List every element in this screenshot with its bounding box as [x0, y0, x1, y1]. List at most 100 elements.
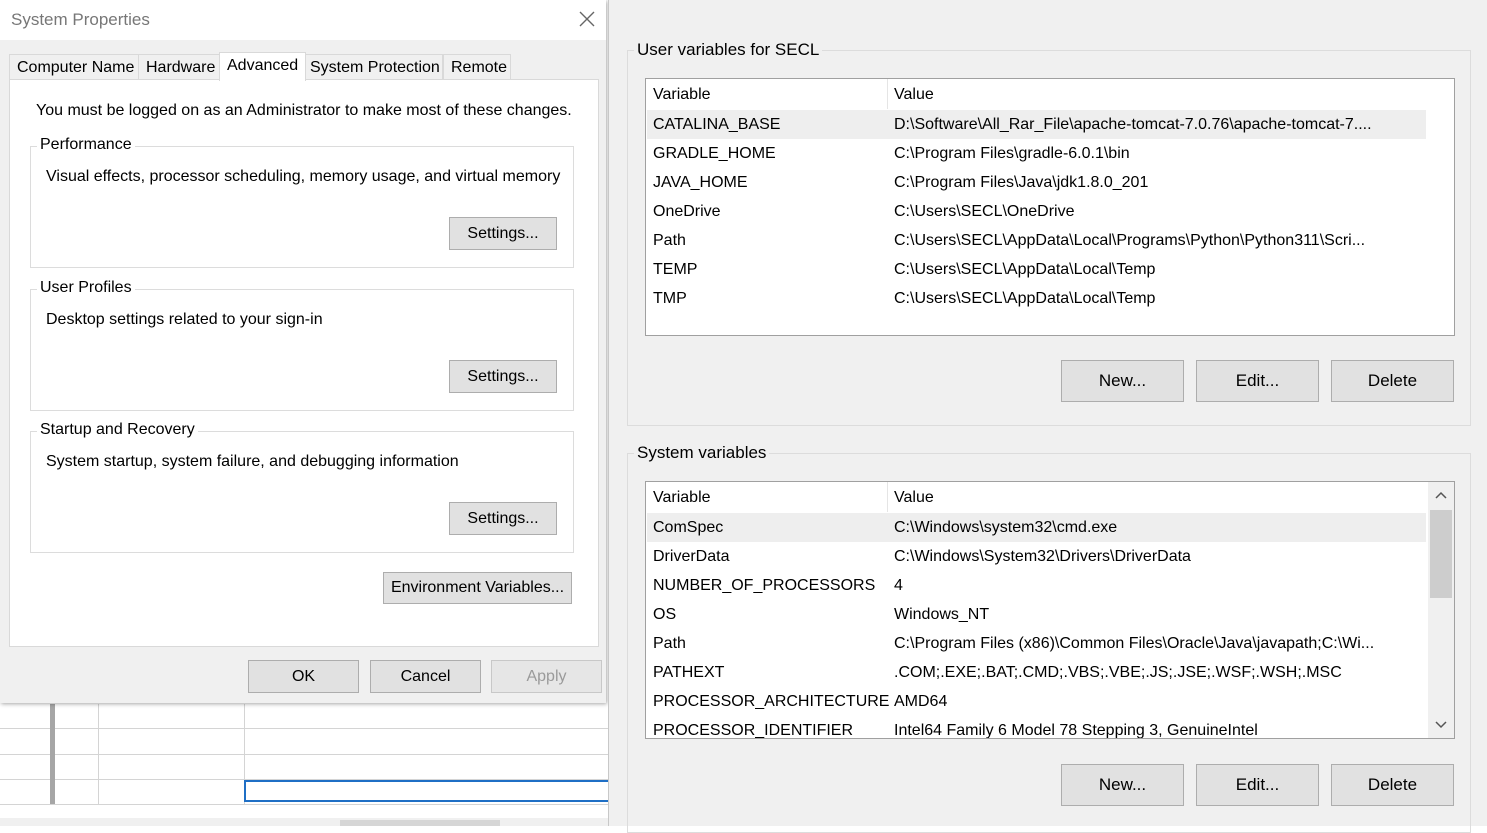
variable-name: NUMBER_OF_PROCESSORS	[653, 577, 876, 594]
user-delete-button[interactable]: Delete	[1331, 360, 1454, 402]
tab-remote[interactable]: Remote	[443, 54, 511, 80]
variable-name: OneDrive	[653, 203, 721, 220]
apply-button[interactable]: Apply	[491, 660, 602, 693]
variable-value: C:\Users\SECL\OneDrive	[894, 203, 1075, 220]
column-separator[interactable]	[887, 482, 888, 512]
system-edit-button[interactable]: Edit...	[1196, 764, 1319, 806]
scrollbar-thumb[interactable]	[1430, 510, 1452, 598]
tab-system-protection[interactable]: System Protection	[302, 54, 443, 80]
scroll-up-icon[interactable]	[1435, 490, 1447, 502]
performance-settings-button[interactable]: Settings...	[449, 217, 557, 250]
variable-value: C:\Program Files\gradle-6.0.1\bin	[894, 145, 1130, 162]
group-description: Desktop settings related to your sign-in	[46, 311, 323, 328]
variable-value: C:\Program Files (x86)\Common Files\Orac…	[894, 635, 1375, 652]
group-label: User Profiles	[37, 279, 135, 297]
system-properties-dialog: System Properties Computer Name Hardware…	[0, 0, 606, 703]
list-header: Variable Value	[646, 79, 1454, 109]
title-bar: System Properties	[0, 0, 606, 40]
selected-cell[interactable]	[244, 780, 608, 802]
user-new-button[interactable]: New...	[1061, 360, 1184, 402]
system-new-button[interactable]: New...	[1061, 764, 1184, 806]
variable-value: C:\Program Files\Java\jdk1.8.0_201	[894, 174, 1149, 191]
background-spreadsheet	[0, 704, 608, 826]
variable-name: PROCESSOR_IDENTIFIER	[653, 722, 854, 739]
performance-group: Performance Visual effects, processor sc…	[30, 136, 574, 268]
variable-value: Intel64 Family 6 Model 78 Stepping 3, Ge…	[894, 722, 1258, 739]
variable-value: .COM;.EXE;.BAT;.CMD;.VBS;.VBE;.JS;.JSE;.…	[894, 664, 1342, 681]
column-header-value[interactable]: Value	[894, 86, 934, 104]
ok-button[interactable]: OK	[248, 660, 359, 693]
variable-value: AMD64	[894, 693, 948, 710]
variable-value: 4	[894, 577, 903, 594]
variable-value: C:\Users\SECL\AppData\Local\Programs\Pyt…	[894, 232, 1366, 249]
table-row[interactable]: TMP C:\Users\SECL\AppData\Local\Temp	[647, 284, 1426, 313]
variable-value: C:\Users\SECL\AppData\Local\Temp	[894, 261, 1156, 278]
variable-name: TMP	[653, 290, 687, 307]
window-title: System Properties	[11, 10, 150, 29]
user-variables-list[interactable]: Variable Value CATALINA_BASE D:\Software\…	[645, 78, 1455, 336]
table-row[interactable]: TEMP C:\Users\SECL\AppData\Local\Temp	[647, 255, 1426, 284]
system-variables-list[interactable]: Variable Value ComSpec C:\Windows\system3…	[645, 481, 1455, 739]
table-row[interactable]: DriverData C:\Windows\System32\Drivers\Dr…	[647, 542, 1426, 571]
scroll-down-icon[interactable]	[1435, 718, 1447, 730]
table-row[interactable]: NUMBER_OF_PROCESSORS 4	[647, 571, 1426, 600]
table-row[interactable]: JAVA_HOME C:\Program Files\Java\jdk1.8.0_…	[647, 168, 1426, 197]
variable-value: Windows_NT	[894, 606, 990, 623]
variable-name: Path	[653, 232, 686, 249]
vertical-scrollbar[interactable]	[1428, 482, 1454, 738]
table-row[interactable]: ComSpec C:\Windows\system32\cmd.exe	[647, 513, 1426, 542]
table-row[interactable]: CATALINA_BASE D:\Software\All_Rar_File\ap…	[647, 110, 1426, 139]
tab-hardware[interactable]: Hardware	[138, 54, 220, 80]
tab-computer-name[interactable]: Computer Name	[9, 54, 139, 80]
sheet-frozen-divider	[50, 704, 55, 804]
table-row[interactable]: Path C:\Users\SECL\AppData\Local\Programs…	[647, 226, 1426, 255]
tab-label: Remote	[451, 59, 508, 76]
scrollbar-thumb[interactable]	[340, 820, 500, 826]
section-label: System variables	[634, 443, 770, 463]
user-variables-section: User variables for SECL Variable Value C…	[627, 40, 1471, 426]
column-header-value[interactable]: Value	[894, 489, 934, 507]
grid-line	[0, 728, 608, 729]
group-description: Visual effects, processor scheduling, me…	[46, 168, 561, 185]
environment-variables-button[interactable]: Environment Variables...	[383, 572, 572, 604]
variable-name: PATHEXT	[653, 664, 725, 681]
variable-name: JAVA_HOME	[653, 174, 748, 191]
startup-recovery-group: Startup and Recovery System startup, sys…	[30, 421, 574, 553]
cancel-button[interactable]: Cancel	[370, 660, 481, 693]
close-icon[interactable]	[574, 6, 600, 32]
tab-advanced[interactable]: Advanced	[219, 52, 306, 81]
admin-note: You must be logged on as an Administrato…	[36, 102, 572, 119]
column-header-variable[interactable]: Variable	[653, 86, 711, 104]
variable-name: PROCESSOR_ARCHITECTURE	[653, 693, 890, 710]
group-label: Performance	[37, 136, 135, 154]
table-row[interactable]: PROCESSOR_IDENTIFIER Intel64 Family 6 Mod…	[647, 716, 1426, 739]
table-row[interactable]: OneDrive C:\Users\SECL\OneDrive	[647, 197, 1426, 226]
section-label: User variables for SECL	[634, 40, 823, 60]
user-edit-button[interactable]: Edit...	[1196, 360, 1319, 402]
system-delete-button[interactable]: Delete	[1331, 764, 1454, 806]
startup-recovery-settings-button[interactable]: Settings...	[449, 502, 557, 535]
variable-value: C:\Windows\System32\Drivers\DriverData	[894, 548, 1191, 565]
variable-value: C:\Users\SECL\AppData\Local\Temp	[894, 290, 1156, 307]
group-description: System startup, system failure, and debu…	[46, 453, 459, 470]
column-header-variable[interactable]: Variable	[653, 489, 711, 507]
tab-label: Advanced	[227, 57, 299, 74]
variable-value: C:\Windows\system32\cmd.exe	[894, 519, 1118, 536]
table-row[interactable]: GRADLE_HOME C:\Program Files\gradle-6.0.1…	[647, 139, 1426, 168]
user-profiles-settings-button[interactable]: Settings...	[449, 360, 557, 393]
sheet-horizontal-scrollbar[interactable]	[0, 818, 608, 826]
grid-line	[98, 704, 99, 804]
group-label: Startup and Recovery	[37, 421, 198, 439]
table-row[interactable]: PROCESSOR_ARCHITECTURE AMD64	[647, 687, 1426, 716]
variable-name: DriverData	[653, 548, 730, 565]
environment-variables-dialog: User variables for SECL Variable Value C…	[608, 0, 1487, 833]
list-header: Variable Value	[646, 482, 1454, 512]
column-separator[interactable]	[887, 79, 888, 109]
table-row[interactable]: PATHEXT .COM;.EXE;.BAT;.CMD;.VBS;.VBE;.JS…	[647, 658, 1426, 687]
table-row[interactable]: OS Windows_NT	[647, 600, 1426, 629]
tab-label: System Protection	[310, 59, 440, 76]
variable-name: OS	[653, 606, 677, 623]
variable-name: GRADLE_HOME	[653, 145, 776, 162]
table-row[interactable]: Path C:\Program Files (x86)\Common Files\…	[647, 629, 1426, 658]
variable-name: Path	[653, 635, 686, 652]
